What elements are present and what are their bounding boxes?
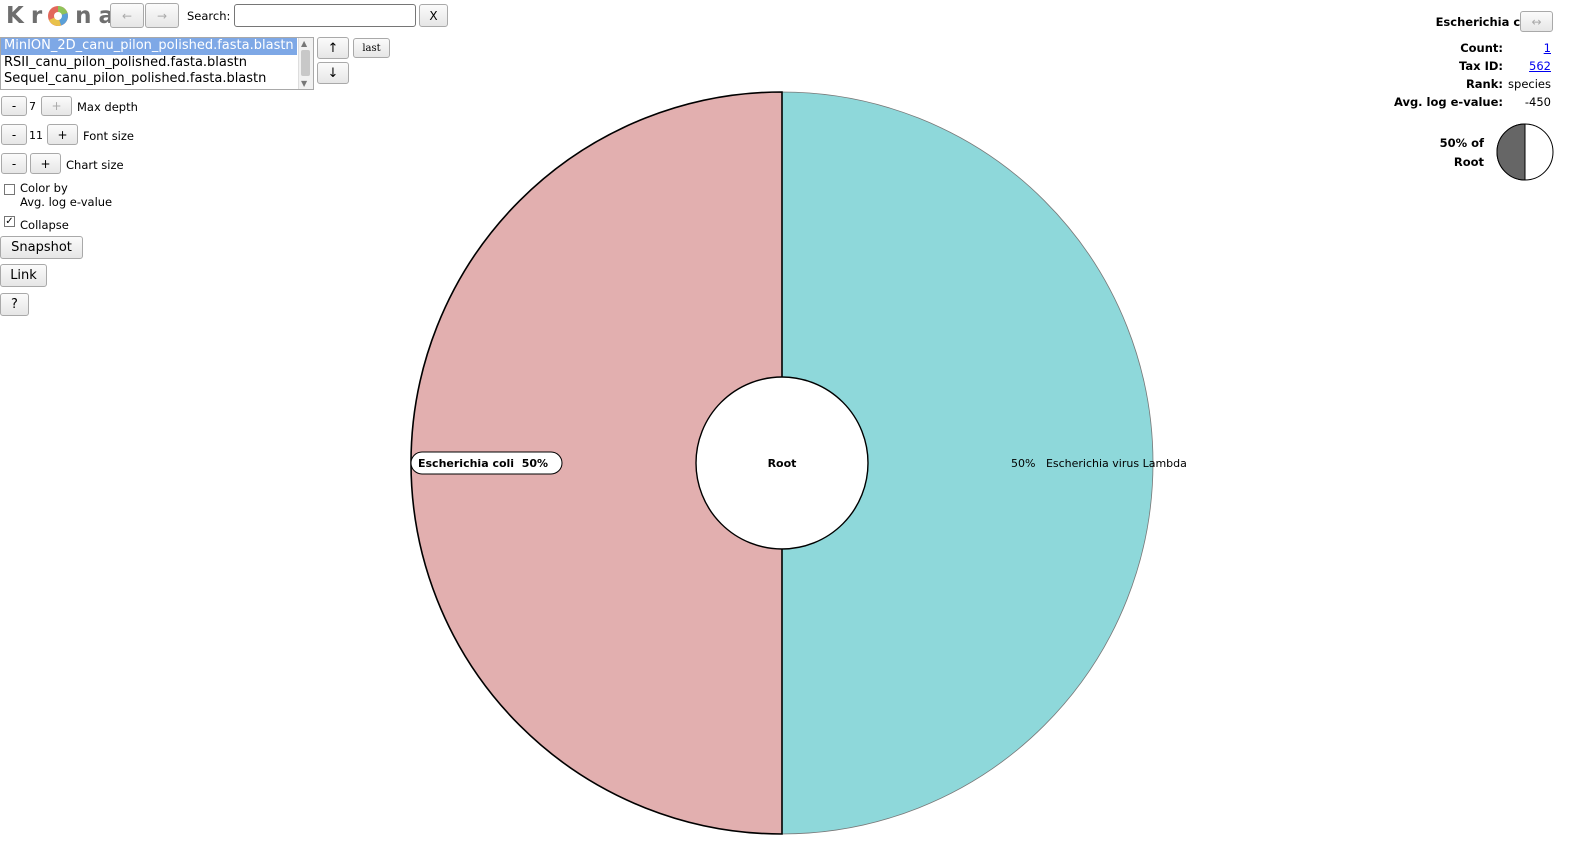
percent-line2: Root: [1453, 155, 1484, 169]
rank-value: species: [1508, 77, 1551, 91]
count-label: Count:: [1460, 41, 1503, 55]
percent-pie-icon: [1496, 123, 1554, 181]
details-expand-button[interactable]: ↔: [1520, 11, 1553, 32]
evalue-value: -450: [1524, 95, 1551, 109]
taxid-link[interactable]: 562: [1529, 59, 1551, 73]
rank-label: Rank:: [1465, 77, 1503, 91]
percent-line1: 50% of: [1439, 136, 1484, 150]
slice-label-highlight[interactable]: Escherichia coli 50%: [410, 451, 563, 475]
taxid-label: Tax ID:: [1459, 59, 1503, 73]
slice-label: Escherichia coli 50%: [418, 457, 548, 470]
evalue-label: Avg. log e-value:: [1393, 95, 1503, 109]
count-link[interactable]: 1: [1544, 41, 1551, 55]
percent-pie-fill: [1496, 123, 1526, 181]
slice-label: 50% Escherichia virus Lambda: [1011, 457, 1187, 470]
center-label: Root: [768, 457, 797, 470]
krona-chart[interactable]: 50% Escherichia virus Lambda Escherichia …: [0, 0, 1588, 865]
